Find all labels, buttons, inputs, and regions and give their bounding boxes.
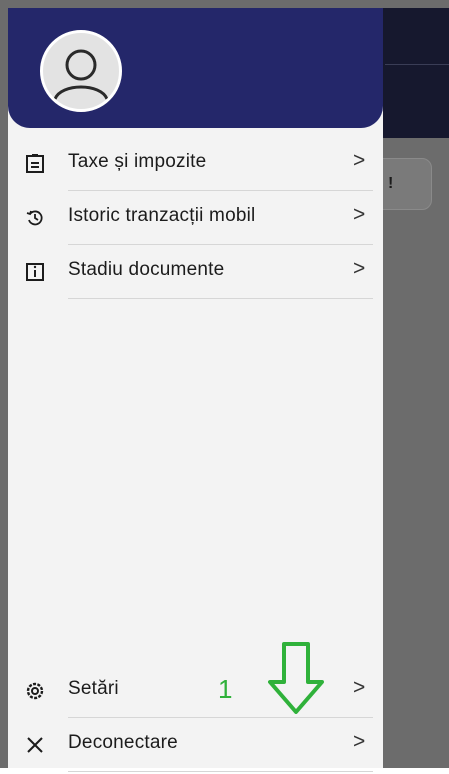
user-icon	[53, 49, 109, 100]
navigation-drawer: Taxe și impozite > Istoric tranzacții mo…	[8, 8, 383, 772]
chevron-right-icon: >	[353, 257, 366, 280]
annotation-number: 1	[218, 674, 233, 704]
menu-item-label: Stadiu documente	[68, 259, 225, 280]
menu-item-label: Istoric tranzacții mobil	[68, 205, 256, 226]
avatar[interactable]	[40, 30, 122, 112]
close-icon	[24, 734, 46, 756]
annotation-arrow-down-icon	[268, 642, 324, 714]
divider	[68, 298, 373, 299]
divider	[68, 771, 373, 772]
menu-item-istoric[interactable]: Istoric tranzacții mobil >	[8, 191, 383, 245]
menu-item-taxe[interactable]: Taxe și impozite >	[8, 137, 383, 191]
menu-item-label: Taxe și impozite	[68, 151, 207, 172]
menu-item-label: Deconectare	[68, 732, 178, 753]
background-header-divider	[385, 64, 449, 65]
gear-icon	[24, 680, 46, 702]
chevron-right-icon: >	[353, 203, 366, 226]
background-card-text: !	[388, 175, 394, 192]
chevron-right-icon: >	[353, 676, 366, 699]
menu-item-setari[interactable]: Setări >	[8, 664, 383, 718]
menu-item-deconectare[interactable]: Deconectare >	[8, 718, 383, 772]
info-box-icon	[24, 261, 46, 283]
chevron-right-icon: >	[353, 149, 366, 172]
menu-item-stadiu[interactable]: Stadiu documente >	[8, 245, 383, 299]
chevron-right-icon: >	[353, 730, 366, 753]
history-icon	[24, 207, 46, 229]
document-list-icon	[24, 153, 46, 175]
drawer-header	[8, 8, 383, 128]
menu-item-label: Setări	[68, 678, 119, 699]
